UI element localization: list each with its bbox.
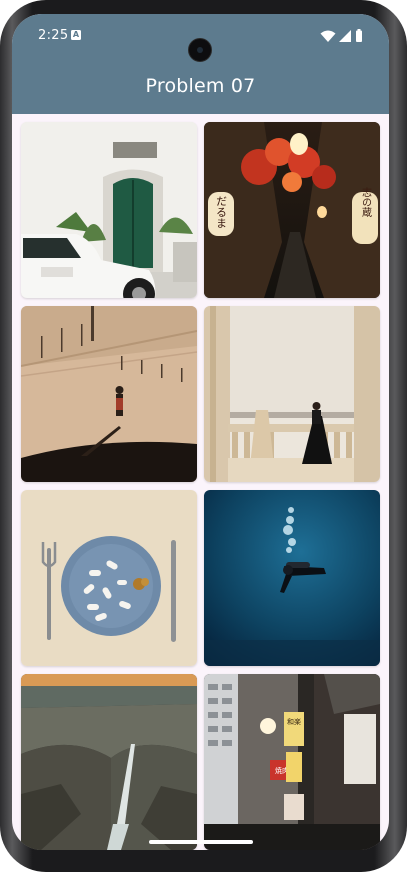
photo-city-street-signs[interactable]: 和楽 焼肉 [204, 674, 380, 850]
photo-scuba-diver[interactable] [204, 490, 380, 666]
lantern-sign-right: 志の蔵 [360, 186, 372, 218]
photo-lantern-alley[interactable]: だるま 志の蔵 [204, 122, 380, 298]
street-sign-top: 和楽 [287, 717, 301, 726]
photo-white-building-car[interactable] [21, 122, 197, 298]
battery-icon [356, 30, 362, 42]
status-time: 2:25 [38, 28, 69, 43]
system-icons [320, 29, 362, 42]
signal-icon [339, 30, 351, 42]
status-bar: 2:25 A [12, 28, 389, 62]
app-screen: 2:25 A Problem 07 だるま 志の蔵 和楽 焼肉 [12, 14, 389, 850]
page-title: Problem 07 [145, 75, 256, 97]
phone-frame: 2:25 A Problem 07 だるま 志の蔵 和楽 焼肉 [0, 0, 407, 872]
camera-cutout [188, 38, 212, 62]
wifi-icon [320, 30, 336, 42]
notification-icon: A [71, 30, 81, 40]
lantern-sign-left: だるま [215, 195, 228, 228]
photo-street-shadow[interactable] [21, 306, 197, 482]
photo-pills-plate[interactable] [21, 490, 197, 666]
home-indicator[interactable] [149, 840, 253, 844]
photo-canyon-waterfall[interactable] [21, 674, 197, 850]
app-bar: 2:25 A Problem 07 [12, 14, 389, 114]
photo-woman-balcony[interactable] [204, 306, 380, 482]
